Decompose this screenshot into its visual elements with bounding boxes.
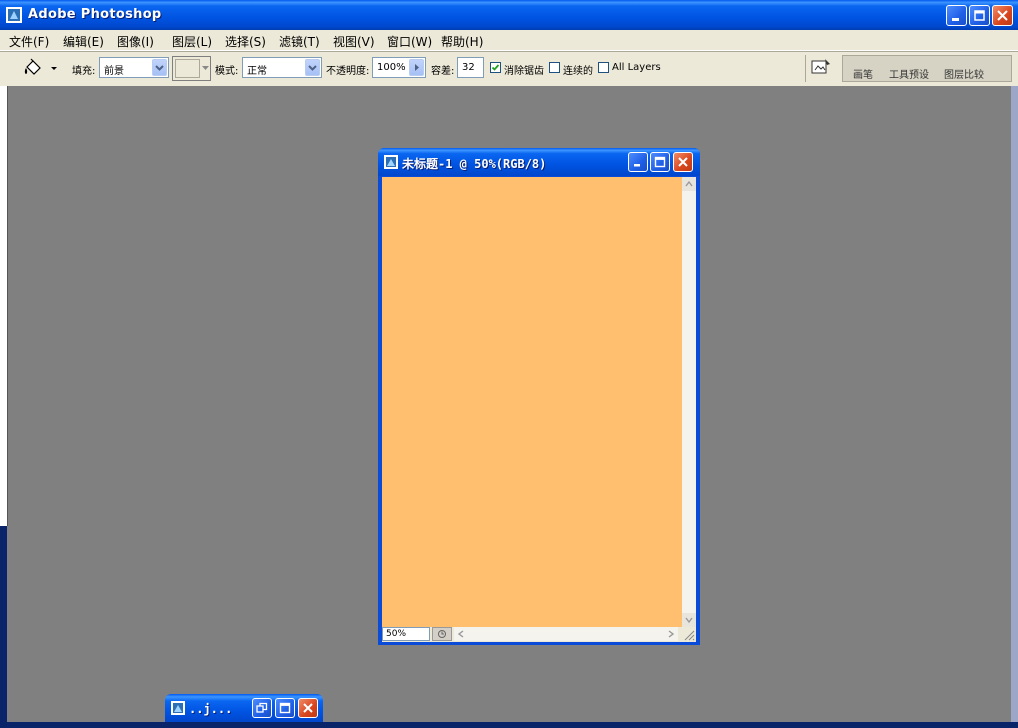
doc-minimize-button[interactable] [628, 152, 648, 172]
tool-preset-picker[interactable] [20, 57, 60, 79]
menu-window[interactable]: 窗口(W) [387, 33, 432, 50]
vertical-scrollbar[interactable] [682, 177, 696, 627]
document-window: 未标题-1 @ 50%(RGB/8) 50% [378, 148, 700, 645]
menu-layer[interactable]: 图层(L) [172, 33, 212, 50]
tab-brushes[interactable]: 画笔 [853, 66, 873, 81]
document-icon [171, 701, 185, 715]
menu-file[interactable]: 文件(F) [9, 33, 49, 50]
dropdown-arrow [305, 59, 320, 76]
tolerance-input[interactable]: 32 [457, 57, 484, 78]
document-title: 未标题-1 @ 50%(RGB/8) [402, 157, 547, 171]
all-layers-label: All Layers [612, 62, 661, 73]
close-icon [303, 703, 313, 713]
blend-mode-select[interactable]: 正常 [242, 57, 322, 78]
document-canvas[interactable] [382, 177, 682, 627]
restore-icon [256, 702, 268, 713]
minimize-icon [634, 164, 640, 167]
fill-label: 填充: [72, 66, 96, 77]
menu-view[interactable]: 视图(V) [333, 33, 375, 50]
minimized-document-window[interactable]: ..j... [165, 694, 323, 722]
palette-edge [1011, 86, 1018, 722]
chevron-right-icon [415, 64, 419, 71]
chevron-down-icon [685, 617, 693, 624]
mode-label: 模式: [215, 66, 239, 77]
chevron-up-icon [685, 180, 693, 187]
menu-bar: 文件(F) 编辑(E) 图像(I) 图层(L) 选择(S) 滤镜(T) 视图(V… [0, 30, 1018, 51]
menu-filter[interactable]: 滤镜(T) [279, 33, 320, 50]
resize-grip-icon [684, 630, 695, 641]
close-icon [997, 10, 1008, 21]
paint-bucket-icon [24, 58, 41, 75]
doc-close-button[interactable] [673, 152, 693, 172]
zoom-field[interactable]: 50% [382, 627, 430, 641]
chevron-down-icon [51, 67, 57, 70]
toolbox-edge [0, 86, 8, 526]
checkmark-icon [491, 64, 500, 71]
doc-maximize-button[interactable] [650, 152, 670, 172]
app-title: Adobe Photoshop [28, 7, 162, 22]
maximize-button[interactable] [969, 5, 990, 26]
mini-close-button[interactable] [298, 698, 318, 718]
palette-well: 画笔 工具预设 图层比较 [842, 55, 1012, 82]
fill-source-value: 前景 [104, 66, 124, 77]
tolerance-label: 容差: [431, 66, 455, 77]
pattern-swatch [175, 59, 200, 78]
mini-restore-button[interactable] [252, 698, 272, 718]
mini-maximize-button[interactable] [275, 698, 295, 718]
tab-layer-comps[interactable]: 图层比较 [944, 66, 984, 81]
status-menu-icon [438, 630, 446, 638]
scroll-up-button[interactable] [682, 177, 696, 191]
window-bottom-border [0, 722, 1018, 728]
fill-source-select[interactable]: 前景 [99, 57, 169, 78]
document-icon [384, 155, 398, 169]
file-browser-button[interactable] [810, 57, 834, 79]
tab-tool-presets[interactable]: 工具预设 [889, 66, 929, 81]
chevron-left-icon[interactable] [454, 627, 468, 641]
blend-mode-value: 正常 [247, 66, 267, 77]
resize-grip[interactable] [682, 628, 695, 641]
minimized-title: ..j... [189, 702, 233, 716]
chevron-down-icon [202, 66, 209, 70]
chevron-down-icon [155, 65, 164, 71]
maximize-icon [279, 702, 291, 714]
opacity-input[interactable]: 100% [372, 57, 426, 78]
close-button[interactable] [992, 5, 1013, 26]
antialias-label: 消除锯齿 [504, 66, 544, 77]
dropdown-arrow [152, 59, 167, 76]
file-browser-icon [811, 59, 830, 74]
document-status-bar: 50% [382, 627, 696, 642]
all-layers-checkbox[interactable] [598, 62, 609, 73]
horizontal-scrollbar[interactable] [454, 627, 678, 641]
opacity-slider-button[interactable] [409, 59, 424, 76]
antialias-checkbox[interactable] [490, 62, 501, 73]
menu-help[interactable]: 帮助(H) [441, 33, 483, 50]
photoshop-app-icon [6, 7, 22, 23]
document-titlebar[interactable]: 未标题-1 @ 50%(RGB/8) [378, 148, 700, 176]
chevron-down-icon [308, 65, 317, 71]
menu-edit[interactable]: 编辑(E) [63, 33, 104, 50]
status-menu-button[interactable] [432, 627, 452, 641]
tolerance-value: 32 [462, 62, 475, 73]
menu-select[interactable]: 选择(S) [225, 33, 266, 50]
app-titlebar[interactable]: Adobe Photoshop [0, 0, 1018, 30]
minimize-icon [952, 18, 959, 21]
close-icon [678, 157, 688, 167]
chevron-right-icon[interactable] [664, 627, 678, 641]
photoshop-app-window: Adobe Photoshop 文件(F) 编辑(E) 图像(I) 图层(L) … [0, 0, 1018, 728]
scroll-down-button[interactable] [682, 613, 696, 627]
minimize-button[interactable] [946, 5, 967, 26]
opacity-value: 100% [377, 62, 406, 73]
menu-image[interactable]: 图像(I) [117, 33, 154, 50]
maximize-icon [974, 10, 985, 21]
maximize-icon [654, 156, 666, 168]
pattern-picker[interactable] [172, 56, 211, 81]
opacity-label: 不透明度: [326, 66, 370, 77]
separator [805, 55, 806, 82]
contiguous-checkbox[interactable] [549, 62, 560, 73]
contiguous-label: 连续的 [563, 66, 593, 77]
